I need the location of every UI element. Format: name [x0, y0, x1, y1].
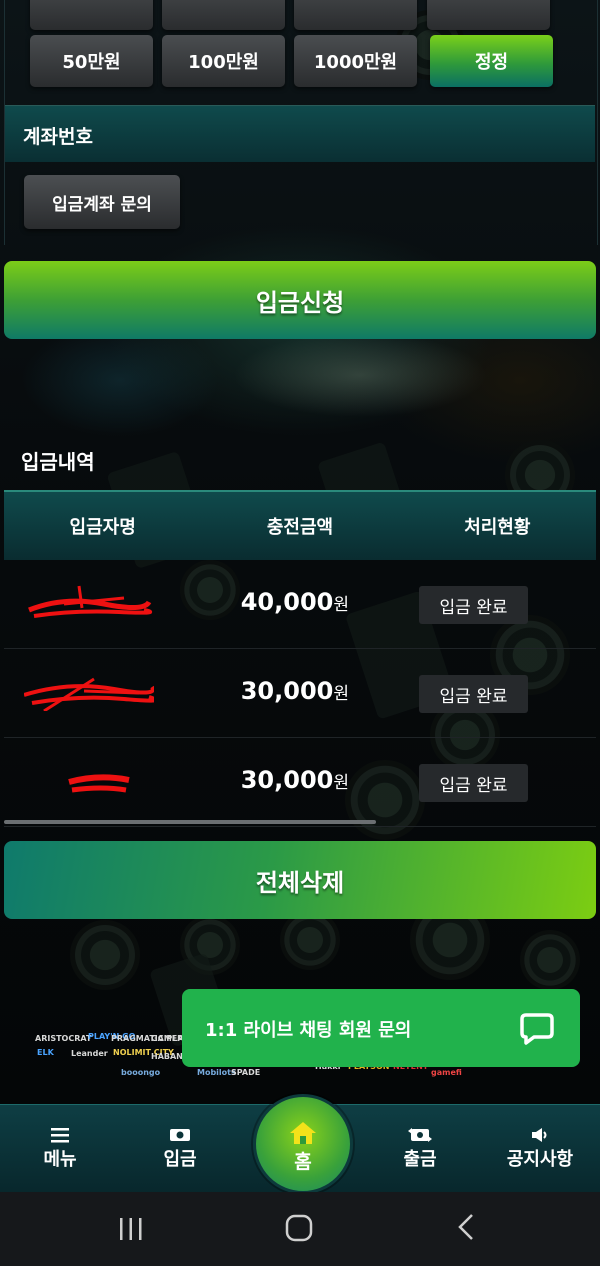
history-title: 입금내역: [21, 450, 95, 474]
account-inquiry-button[interactable]: 입금계좌 문의: [24, 175, 180, 229]
nav-notice[interactable]: 공지사항: [495, 1127, 585, 1171]
chat-bubble-icon: [520, 1013, 554, 1045]
redacted-name: [24, 677, 154, 711]
redacted-name: [28, 585, 152, 618]
provider-logo: ARISTOCRAT: [35, 1034, 92, 1043]
amount-button[interactable]: [162, 0, 285, 30]
amount-button[interactable]: [30, 0, 153, 30]
provider-logo: gamefi: [431, 1068, 462, 1077]
amount-button[interactable]: [427, 0, 550, 30]
column-header: 처리현황: [464, 517, 531, 538]
speaker-icon: [532, 1128, 547, 1142]
deposit-request-button[interactable]: 입금신청: [4, 261, 596, 339]
nav-deposit[interactable]: 입금: [135, 1127, 225, 1171]
home-system-icon[interactable]: [285, 1214, 313, 1242]
recent-apps-icon[interactable]: [118, 1216, 144, 1242]
status-badge: 입금 완료: [419, 764, 528, 802]
reset-button[interactable]: 정정: [430, 35, 553, 87]
amount-1000-button[interactable]: 1000만원: [294, 35, 417, 87]
amount-100-button[interactable]: 100만원: [162, 35, 285, 87]
home-button[interactable]: 홈: [253, 1094, 353, 1194]
nav-withdraw[interactable]: 출금: [375, 1127, 465, 1171]
table-header: 입금자명 충전금액 처리현황: [4, 490, 596, 560]
menu-icon: [51, 1128, 69, 1143]
amount-button[interactable]: [294, 0, 417, 30]
delete-all-button[interactable]: 전체삭제: [4, 841, 596, 919]
amount-cell: 40,000원: [240, 588, 349, 616]
account-number-header: 계좌번호: [5, 105, 595, 162]
horizontal-scrollbar[interactable]: [4, 820, 376, 824]
status-badge: 입금 완료: [419, 675, 528, 713]
provider-logo: booongo: [121, 1068, 161, 1077]
amount-cell: 30,000원: [240, 766, 349, 794]
section-title: 계좌번호: [23, 126, 93, 148]
provider-logo: SPADE: [231, 1068, 261, 1077]
provider-logo: Leander: [71, 1049, 108, 1058]
nav-label: 출금: [403, 1149, 437, 1170]
table-row: 30,000원 입금 완료: [4, 649, 596, 738]
provider-logo: Mobilots: [197, 1068, 236, 1077]
nav-label: 입금: [163, 1149, 197, 1170]
status-badge: 입금 완료: [419, 586, 528, 624]
nav-menu[interactable]: 메뉴: [15, 1127, 105, 1171]
nav-label: 메뉴: [43, 1149, 77, 1170]
redacted-name: [68, 774, 130, 793]
cash-icon: [170, 1129, 190, 1141]
home-label: 홈: [294, 1151, 312, 1173]
exchange-icon: [408, 1128, 432, 1142]
live-chat-button[interactable]: 1:1 라이브 채팅 회원 문의: [182, 989, 580, 1067]
amount-50-button[interactable]: 50만원: [30, 35, 153, 87]
column-header: 충전금액: [266, 517, 334, 538]
amount-cell: 30,000원: [240, 677, 349, 705]
chat-label: 1:1 라이브 채팅 회원 문의: [205, 1020, 412, 1041]
table-row: 30,000원 입금 완료: [4, 738, 596, 827]
back-icon[interactable]: [456, 1212, 476, 1242]
system-nav-bar: [0, 1192, 600, 1266]
table-row: 40,000원 입금 완료: [4, 560, 596, 649]
provider-logo: ELK: [37, 1048, 54, 1057]
column-header: 입금자명: [69, 517, 136, 538]
nav-label: 공지사항: [506, 1149, 574, 1170]
home-icon: [290, 1122, 316, 1144]
